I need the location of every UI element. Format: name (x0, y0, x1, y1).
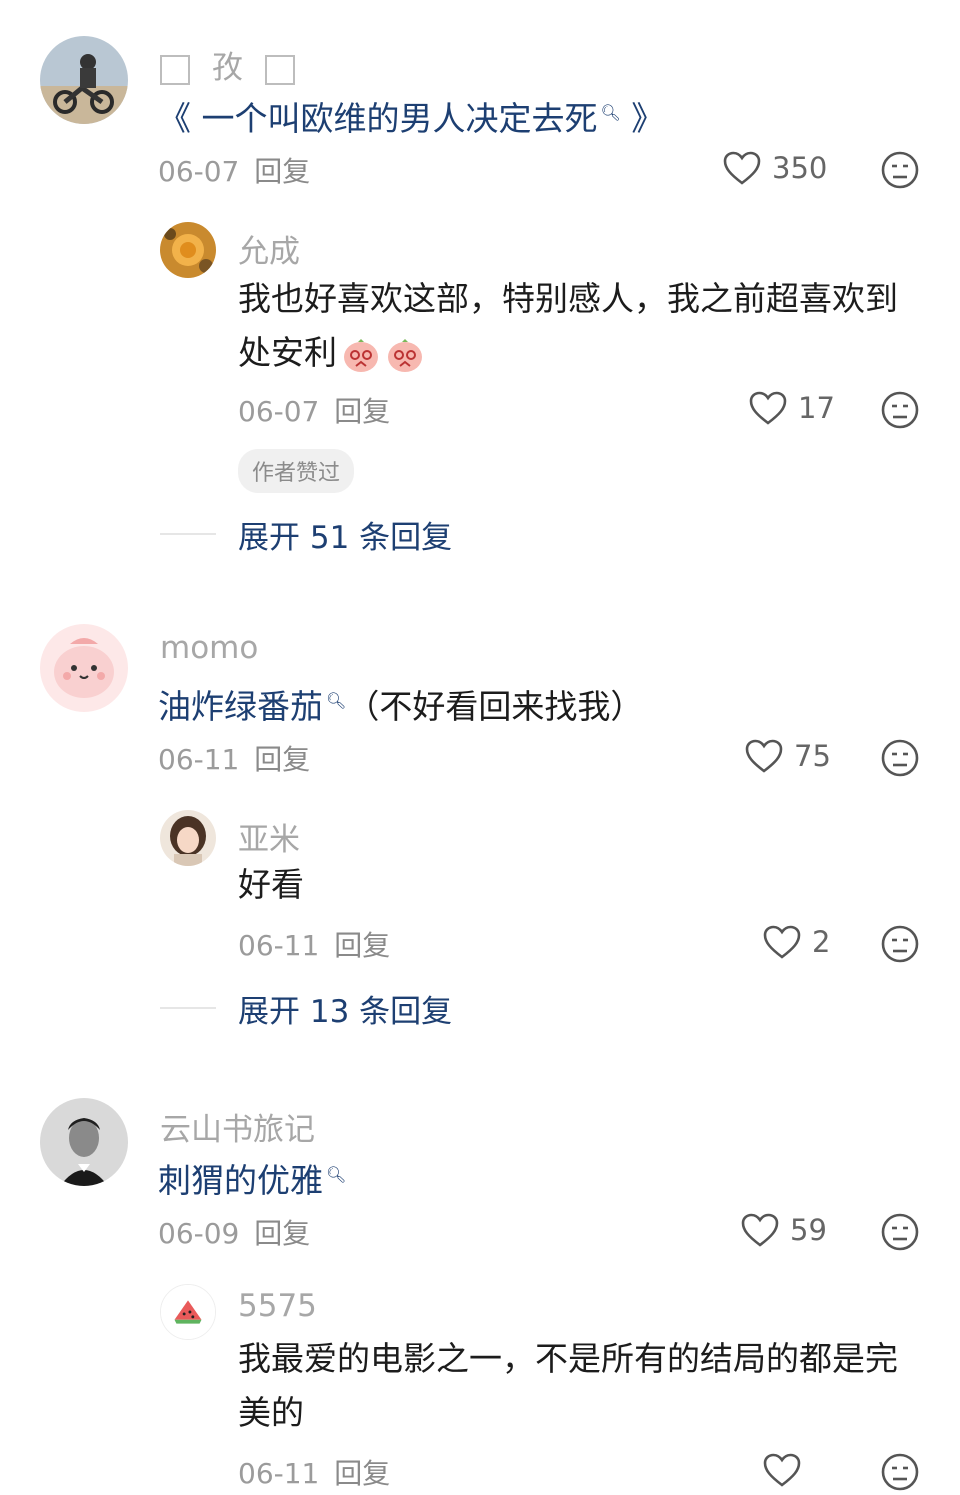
avatar-user-yunshan[interactable] (40, 1098, 128, 1186)
reply-author[interactable]: 允成 (238, 226, 300, 271)
divider (160, 1007, 216, 1009)
like-button[interactable]: 350 (722, 150, 827, 186)
dislike-button[interactable] (880, 1452, 920, 1492)
reply-meta: 06-11 回复 (238, 929, 391, 962)
avatar-user-yuncheng[interactable] (160, 222, 216, 278)
avatar-user-momo[interactable] (40, 624, 128, 712)
dislike-button[interactable] (880, 924, 920, 964)
comment-meta: 06-09 回复 (158, 1217, 311, 1250)
like-button[interactable]: 2 (762, 924, 830, 960)
expand-replies-button[interactable]: 展开 51 条回复 (238, 512, 452, 557)
like-button[interactable]: 59 (740, 1212, 827, 1248)
neutral-face-icon (881, 1213, 919, 1251)
comment-meta: 06-07 回复 (158, 155, 311, 188)
heart-outline-icon (763, 1453, 801, 1487)
dislike-button[interactable] (880, 150, 920, 190)
reply-button[interactable]: 回复 (254, 1217, 310, 1250)
heart-outline-icon (745, 739, 783, 773)
heart-outline-icon (749, 391, 787, 425)
neutral-face-icon (881, 1453, 919, 1491)
crying-peach-emoji (385, 336, 425, 374)
reply-author[interactable]: 亚米 (238, 814, 300, 859)
like-button[interactable]: 17 (748, 390, 835, 426)
avatar-user-zi[interactable] (40, 36, 128, 124)
heart-outline-icon (741, 1213, 779, 1247)
neutral-face-icon (881, 925, 919, 963)
dislike-button[interactable] (880, 390, 920, 430)
author-liked-badge: 作者赞过 (238, 449, 355, 493)
search-icon[interactable]: 🔍︎ (326, 1165, 346, 1184)
reply-text: 我最爱的电影之一，不是所有的结局的都是完 美的 (238, 1339, 898, 1432)
crying-peach-emoji (341, 336, 381, 374)
divider (160, 533, 216, 535)
reply-text: 好看 (238, 865, 304, 904)
heart-outline-icon (723, 151, 761, 185)
comment-author[interactable]: 孜 (160, 42, 295, 87)
like-button[interactable] (762, 1452, 802, 1488)
reply-button[interactable]: 回复 (254, 743, 310, 776)
missing-glyph-box (160, 54, 190, 85)
reply-meta: 06-11 回复 (238, 1457, 391, 1490)
reply-button[interactable]: 回复 (334, 1457, 390, 1490)
search-icon[interactable]: 🔍︎ (601, 103, 621, 122)
dislike-button[interactable] (880, 738, 920, 778)
heart-outline-icon (763, 925, 801, 959)
missing-glyph-box (264, 54, 295, 85)
expand-replies-button[interactable]: 展开 13 条回复 (238, 986, 452, 1031)
like-button[interactable]: 75 (744, 738, 831, 774)
like-count: 75 (794, 739, 831, 773)
reply-author[interactable]: 5575 (238, 1288, 317, 1324)
reply-meta: 06-07 回复 (238, 395, 391, 428)
reply-button[interactable]: 回复 (334, 395, 390, 428)
avatar-user-5575[interactable] (160, 1284, 216, 1340)
reply-button[interactable]: 回复 (254, 155, 310, 188)
like-count: 17 (798, 391, 835, 425)
reply-text: 我也好喜欢这部，特别感人，我之前超喜欢到 处安利 (238, 279, 898, 374)
like-count: 59 (790, 1213, 827, 1247)
comment-text[interactable]: 《 一个叫欧维的男人决定去死 🔍︎ 》 (158, 86, 664, 146)
neutral-face-icon (881, 739, 919, 777)
neutral-face-icon (881, 391, 919, 429)
comment-author[interactable]: 云山书旅记 (160, 1104, 315, 1149)
neutral-face-icon (881, 151, 919, 189)
comment-text[interactable]: 刺猬的优雅 🔍︎ (158, 1148, 346, 1208)
avatar-user-yami[interactable] (160, 810, 216, 866)
comment-meta: 06-11 回复 (158, 743, 311, 776)
dislike-button[interactable] (880, 1212, 920, 1252)
like-count: 350 (772, 151, 828, 185)
reply-button[interactable]: 回复 (334, 929, 390, 962)
search-icon[interactable]: 🔍︎ (326, 691, 346, 710)
like-count: 2 (812, 925, 831, 959)
comment-text[interactable]: 油炸绿番茄 🔍︎（不好看回来找我） (158, 674, 643, 734)
comment-author[interactable]: momo (160, 630, 258, 666)
